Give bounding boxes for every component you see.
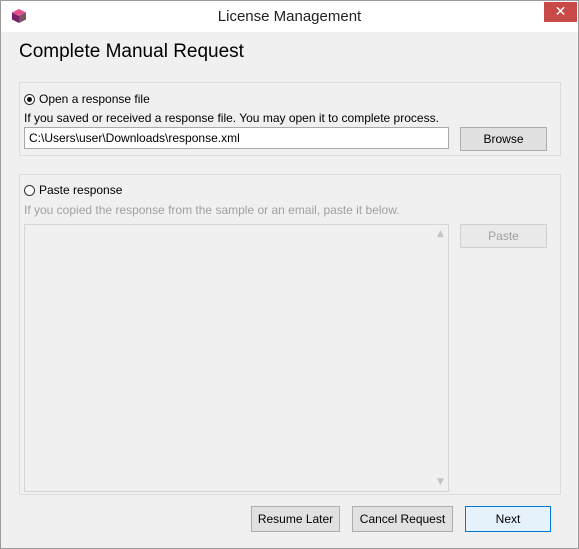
open-response-description: If you saved or received a response file… [24,111,439,125]
scroll-up-icon[interactable]: ▲ [433,227,448,241]
scroll-down-icon[interactable]: ▼ [433,475,448,489]
next-button[interactable]: Next [465,506,551,532]
close-button[interactable]: ✕ [544,2,577,22]
resume-later-button[interactable]: Resume Later [251,506,340,532]
paste-response-group: Paste response If you copied the respons… [19,174,561,495]
text-area-scrollbar[interactable]: ▲ ▼ [433,225,448,491]
paste-button[interactable]: Paste [460,224,547,248]
open-response-radio[interactable]: Open a response file [24,91,150,107]
cancel-request-button[interactable]: Cancel Request [352,506,453,532]
title-bar: License Management ✕ [1,1,578,32]
open-response-label: Open a response file [39,92,150,106]
open-response-group: Open a response file If you saved or rec… [19,82,561,156]
paste-response-radio-indicator[interactable] [24,184,35,196]
page-title: Complete Manual Request [19,41,244,62]
open-response-radio-indicator[interactable] [24,93,35,105]
close-icon: ✕ [554,4,567,20]
paste-response-description: If you copied the response from the samp… [24,203,400,217]
paste-response-radio[interactable]: Paste response [24,182,122,198]
browse-button[interactable]: Browse [460,127,547,151]
license-management-window: License Management ✕ Complete Manual Req… [0,0,579,549]
paste-response-label: Paste response [39,183,123,197]
response-text-area[interactable]: ▲ ▼ [24,224,449,492]
response-file-path-input[interactable] [24,127,449,149]
window-title: License Management [217,8,362,25]
